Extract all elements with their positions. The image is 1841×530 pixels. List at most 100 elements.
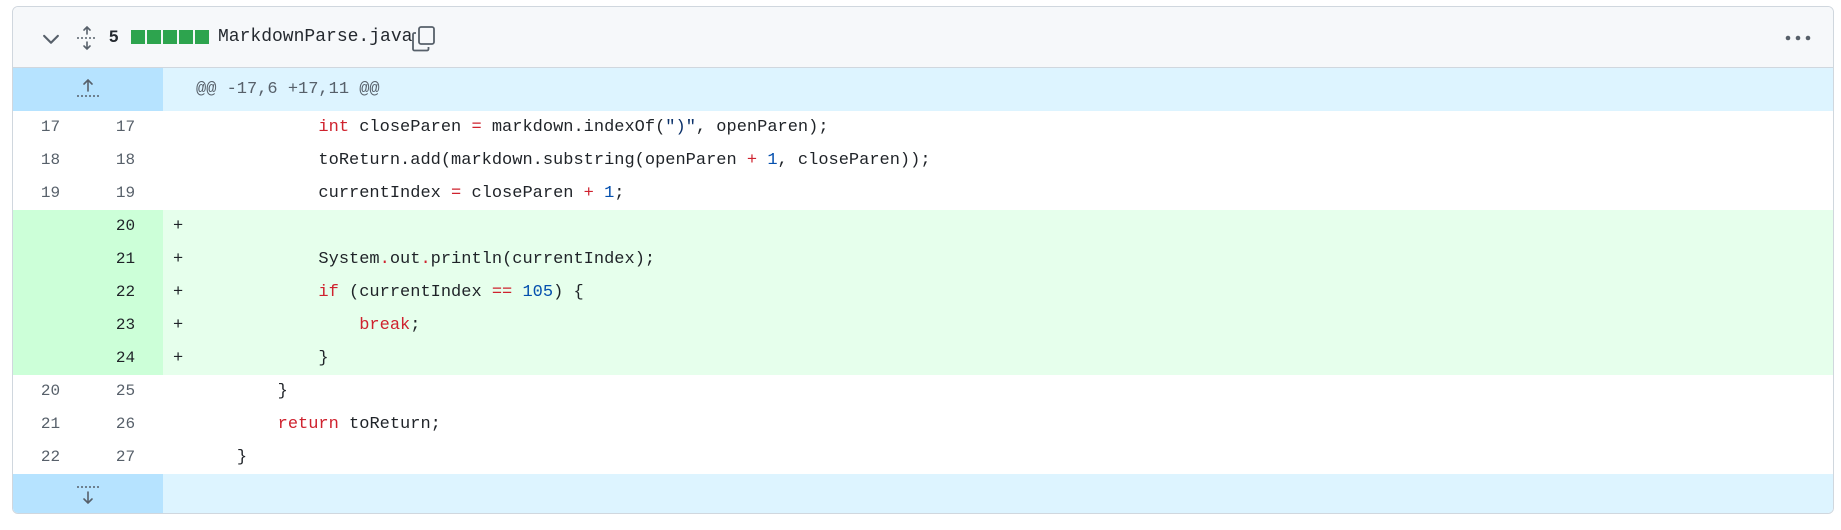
operator: == [491,283,513,302]
addition-marker: + [173,316,184,335]
keyword: int [318,118,350,137]
diffstat-block [179,30,193,44]
hunk-header-row: @@ -17,6 +17,11 @@ [13,68,1833,111]
chevron-down-icon[interactable] [41,29,61,49]
addition-marker: + [173,250,184,269]
old-line-number[interactable]: 17 [13,111,88,144]
addition-marker: + [173,283,184,302]
old-line-number [13,276,88,309]
operator: . [379,250,390,269]
diff-line: 19 19 currentIndex = closeParen + 1; [13,177,1833,210]
old-line-number[interactable]: 18 [13,144,88,177]
code-text: toReturn; [338,415,441,434]
addition-marker: + [173,217,184,236]
number-literal: 1 [767,151,778,170]
unfold-icon[interactable] [75,25,99,51]
code-text: closeParen [461,184,584,203]
diff-line-added: 23 + break; [13,309,1833,342]
new-line-number[interactable]: 22 [88,276,163,309]
diffstat-block [163,30,177,44]
expand-down-icon [77,486,99,505]
operator: + [583,184,594,203]
diff-line: 22 27 } [13,441,1833,474]
string-literal: ")" [665,118,696,137]
diff-line: 21 26 return toReturn; [13,408,1833,441]
old-line-number [13,309,88,342]
expand-up-icon [77,78,99,97]
new-line-number[interactable]: 23 [88,309,163,342]
code-line: currentIndex = closeParen + 1; [196,177,624,210]
new-line-number[interactable]: 25 [88,375,163,408]
diffstat-block [195,30,209,44]
code-line: } [196,342,328,375]
code-text: toReturn.add(markdown.substring(openPare… [318,151,747,170]
hunk-header-text: @@ -17,6 +17,11 @@ [196,80,380,99]
code-text: currentIndex [318,184,452,203]
diff-line-added: 20 + [13,210,1833,243]
diff-table: @@ -17,6 +17,11 @@ 17 17 int closeParen … [13,68,1833,513]
code-text: , closeParen)); [777,151,931,170]
addition-marker: + [173,349,184,368]
expand-down-row [13,474,1833,513]
code-text: , openParen); [695,118,829,137]
code-line: } [196,375,288,408]
new-line-number[interactable]: 21 [88,243,163,276]
code-line: break; [196,309,420,342]
old-line-number[interactable]: 20 [13,375,88,408]
code-text: ; [614,184,625,203]
code-line: if (currentIndex == 105) { [196,276,583,309]
old-line-number[interactable]: 21 [13,408,88,441]
code-text: markdown.indexOf( [481,118,666,137]
old-line-number[interactable]: 22 [13,441,88,474]
operator: . [420,250,431,269]
code-line: } [196,441,247,474]
number-literal: 105 [522,283,554,302]
keyword: return [277,415,339,434]
new-line-number[interactable]: 24 [88,342,163,375]
old-line-number[interactable]: 19 [13,177,88,210]
expand-down-button[interactable] [13,474,163,513]
new-line-number[interactable]: 26 [88,408,163,441]
code-text: } [236,448,248,467]
expand-up-button[interactable] [13,68,163,111]
diff-line-added: 24 + } [13,342,1833,375]
new-line-number[interactable]: 18 [88,144,163,177]
changes-count: 5 [109,27,119,46]
code-text: System [318,250,380,269]
old-line-number [13,243,88,276]
kebab-horizontal-icon[interactable] [1783,29,1813,47]
code-line: return toReturn; [196,408,441,441]
code-text: closeParen [349,118,472,137]
new-line-number[interactable]: 20 [88,210,163,243]
diff-line: 17 17 int closeParen = markdown.indexOf(… [13,111,1833,144]
new-line-number[interactable]: 27 [88,441,163,474]
diff-file: 5 MarkdownParse.java @@ -17,6 +17,11 @@ … [12,6,1834,514]
new-line-number[interactable]: 19 [88,177,163,210]
number-literal: 1 [604,184,615,203]
code-text: (currentIndex [338,283,492,302]
diff-line: 20 25 } [13,375,1833,408]
new-line-number[interactable]: 17 [88,111,163,144]
diffstat-block [131,30,145,44]
code-text: } [277,382,288,401]
code-line: System.out.println(currentIndex); [196,243,655,276]
code-text: ; [410,316,421,335]
file-header: 5 MarkdownParse.java [13,7,1833,68]
code-text: out [389,250,421,269]
diffstat-block [147,30,161,44]
diffstat-bars [131,30,211,44]
diff-line-added: 21 + System.out.println(currentIndex); [13,243,1833,276]
file-name[interactable]: MarkdownParse.java [218,27,412,47]
copy-icon[interactable] [410,24,438,54]
keyword: if [318,283,339,302]
